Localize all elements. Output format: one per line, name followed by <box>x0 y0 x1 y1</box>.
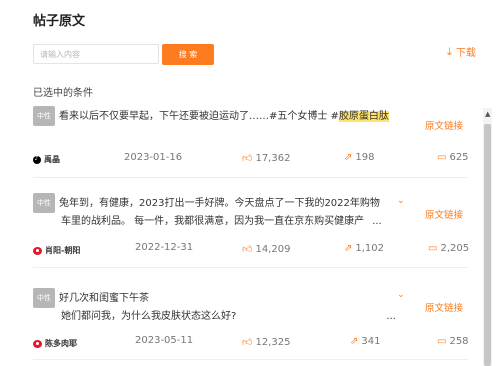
original-link[interactable]: 原文链接 <box>425 118 463 132</box>
sentiment-badge: 中性 <box>33 106 55 126</box>
shares-value: 341 <box>361 336 381 347</box>
keyword-highlight: 胶原蛋白肽 <box>338 111 389 122</box>
post-text-line2: 她们都问我，为什么我皮肤状态这么好?... <box>61 311 396 322</box>
thumbs-up-icon: 👍︎ <box>242 244 253 255</box>
likes-value: 17,362 <box>255 152 291 164</box>
download-label: 下载 <box>455 48 476 59</box>
post-date: 2023-01-16 <box>124 152 183 163</box>
original-link[interactable]: 原文链接 <box>425 207 463 221</box>
post-text-line1: 好几次和闺蜜下午茶 <box>59 293 149 304</box>
thumbs-up-icon: 👍︎ <box>242 337 253 348</box>
search-input[interactable] <box>33 44 159 64</box>
likes-count: 👍︎ 12,325 <box>242 336 291 349</box>
post-text-line1: 看来以后不仅要早起，下午还要被迫运动了……#五个女博士 # <box>59 111 339 122</box>
comments-count: ▭ 2,205 <box>428 243 469 254</box>
author-name: 陈多肉耶 <box>45 339 77 348</box>
post-author[interactable]: 肖阳-朝阳 <box>33 245 80 256</box>
post-content: 中性 看来以后不仅要早起，下午还要被迫运动了……#五个女博士 #胶原蛋白肽 <box>33 106 389 126</box>
post-author[interactable]: 禹晶 <box>33 154 60 165</box>
thumbs-up-icon: 👍︎ <box>242 153 253 164</box>
scrollbar-thumb[interactable] <box>484 124 491 366</box>
shares-count: ⇗ 341 <box>350 336 380 347</box>
likes-count: 👍︎ 14,209 <box>242 243 291 256</box>
comments-count: ▭ 625 <box>437 152 469 163</box>
post-date: 2023-05-11 <box>135 335 194 346</box>
divider <box>33 267 468 268</box>
comment-icon: ▭ <box>428 243 438 254</box>
divider <box>33 177 468 178</box>
post-content: 中性 好几次和闺蜜下午茶 <box>33 288 149 308</box>
download-icon: ⤓ <box>447 44 452 58</box>
search-button[interactable]: 搜 索 <box>162 44 214 65</box>
expand-chevron-icon[interactable]: ⌄ <box>397 290 405 300</box>
author-name: 禹晶 <box>44 155 60 164</box>
scroll-up-arrow-icon[interactable]: ▲ <box>485 110 490 118</box>
comment-icon: ▭ <box>437 152 447 163</box>
post-text-line1: 兔年到，有健康，2023打出一手好牌。今天盘点了一下我的2022年购物 <box>59 198 380 209</box>
expand-chevron-icon[interactable]: ⌄ <box>397 196 405 206</box>
post-content: 中性 兔年到，有健康，2023打出一手好牌。今天盘点了一下我的2022年购物 <box>33 193 380 213</box>
selected-conditions-label: 已选中的条件 <box>33 88 93 99</box>
share-icon: ⇗ <box>344 152 353 163</box>
sentiment-badge: 中性 <box>33 193 55 213</box>
shares-value: 1,102 <box>355 243 385 254</box>
comments-count: ▭ 258 <box>437 336 469 347</box>
post-date: 2022-12-31 <box>135 242 194 253</box>
share-icon: ⇗ <box>350 336 359 347</box>
original-link[interactable]: 原文链接 <box>425 300 463 314</box>
download-button[interactable]: ⤓ 下载 <box>447 44 476 60</box>
divider <box>33 359 468 360</box>
author-name: 肖阳-朝阳 <box>45 246 81 255</box>
comments-value: 625 <box>449 152 469 163</box>
sentiment-badge: 中性 <box>33 288 55 308</box>
likes-value: 12,325 <box>255 336 291 348</box>
comments-value: 258 <box>449 336 469 347</box>
weibo-icon <box>33 339 42 348</box>
post-text-line2: 车里的战利品。 每一件，我都很满意，因为我一直在京东购买健康产... <box>61 216 382 227</box>
comments-value: 2,205 <box>440 243 470 254</box>
douyin-icon <box>33 155 41 164</box>
post-author[interactable]: 陈多肉耶 <box>33 338 77 349</box>
shares-value: 198 <box>355 152 375 163</box>
more-ellipsis: ... <box>372 216 382 227</box>
more-ellipsis: ... <box>386 311 396 322</box>
likes-value: 14,209 <box>255 243 291 255</box>
weibo-icon <box>33 246 42 255</box>
shares-count: ⇗ 1,102 <box>344 243 384 254</box>
share-icon: ⇗ <box>344 243 353 254</box>
shares-count: ⇗ 198 <box>344 152 374 163</box>
likes-count: 👍︎ 17,362 <box>242 152 291 165</box>
page-title: 帖子原文 <box>33 14 86 29</box>
comment-icon: ▭ <box>437 336 447 347</box>
